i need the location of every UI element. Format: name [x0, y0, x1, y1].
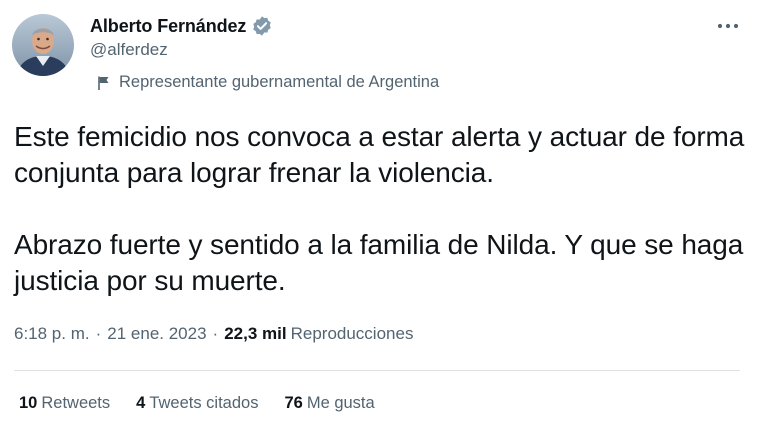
author-block: Alberto Fernández @alferdez [90, 15, 273, 60]
likes-stat[interactable]: 76 Me gusta [284, 394, 374, 413]
tweet-date[interactable]: 21 ene. 2023 [107, 324, 206, 344]
tweet-paragraph: Abrazo fuerte y sentido a la familia de … [14, 229, 744, 296]
retweets-count: 10 [19, 394, 38, 412]
engagement-stats: 10 Retweets 4 Tweets citados 76 Me gusta [19, 394, 375, 413]
avatar-image [12, 14, 74, 76]
verified-badge-icon[interactable] [251, 15, 273, 37]
retweets-stat[interactable]: 10 Retweets [19, 394, 110, 413]
views-count: 22,3 mil [224, 324, 287, 343]
quotes-stat[interactable]: 4 Tweets citados [136, 394, 258, 413]
tweet-text: Este femicidio nos convoca a estar alert… [14, 119, 754, 299]
author-handle[interactable]: @alferdez [90, 40, 273, 60]
tweet-card: Alberto Fernández @alferdez Representant… [0, 0, 770, 431]
meta-separator: · [212, 324, 219, 343]
likes-label: Me gusta [306, 394, 375, 412]
government-label[interactable]: Representante gubernamental de Argentina [96, 73, 439, 92]
government-label-text: Representante gubernamental de Argentina [119, 73, 440, 91]
more-options-button[interactable] [710, 12, 746, 40]
quotes-count: 4 [136, 394, 146, 412]
likes-count: 76 [284, 394, 303, 412]
tweet-paragraph: Este femicidio nos convoca a estar alert… [14, 121, 745, 188]
more-options-icon [717, 23, 739, 29]
divider [14, 370, 740, 371]
tweet-metadata: 6:18 p. m. · 21 ene. 2023 · 22,3 mil Rep… [14, 324, 413, 344]
author-name: Alberto Fernández [90, 15, 247, 36]
quotes-label: Tweets citados [149, 394, 259, 412]
retweets-label: Retweets [41, 394, 111, 412]
author-name-link[interactable]: Alberto Fernández [90, 15, 273, 37]
views-label: Reproducciones [290, 324, 414, 343]
meta-separator: · [95, 324, 102, 343]
tweet-time[interactable]: 6:18 p. m. [14, 324, 90, 344]
avatar[interactable] [12, 14, 74, 76]
flag-icon [96, 75, 112, 91]
